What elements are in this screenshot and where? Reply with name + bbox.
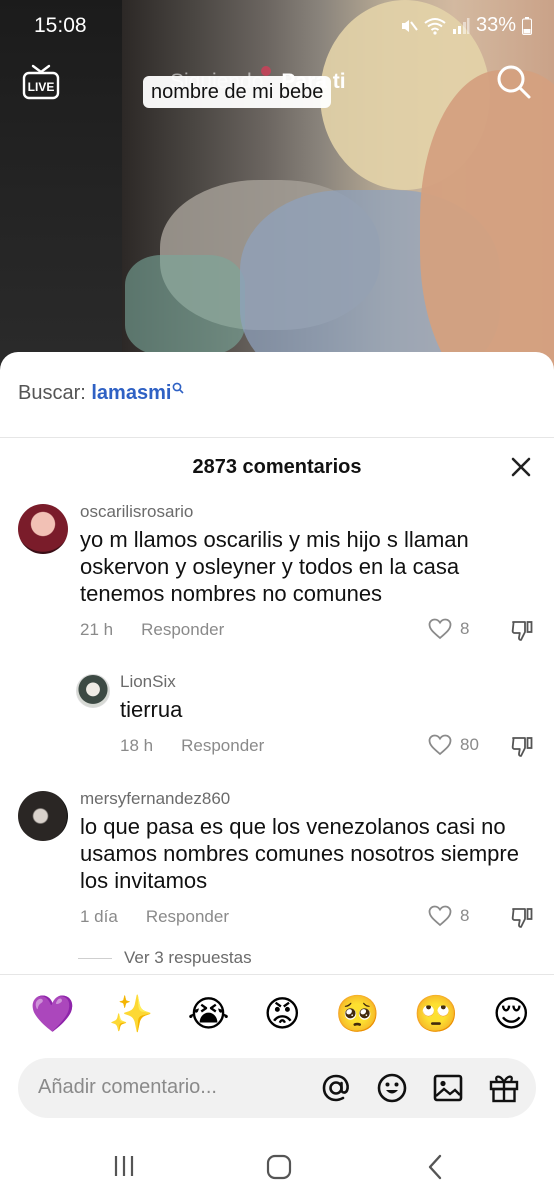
like-button[interactable]: 8 <box>428 618 469 640</box>
comments-count: 2873 comentarios <box>192 456 362 478</box>
comment-item: oscarilisrosario yo m llamos oscarilis y… <box>0 502 554 652</box>
gift-icon[interactable] <box>488 1072 520 1104</box>
comment-time: 1 día <box>80 907 118 926</box>
heart-icon <box>428 905 452 927</box>
dislike-icon[interactable] <box>510 905 534 929</box>
view-replies-label: Ver 3 respuestas <box>124 948 252 967</box>
search-prefix: Buscar: <box>18 382 86 404</box>
recent-apps-icon[interactable] <box>112 1154 136 1178</box>
small-search-icon <box>173 382 185 394</box>
notification-dot <box>261 66 272 76</box>
comment-meta: 21 h Responder <box>80 620 224 640</box>
like-count: 80 <box>460 735 479 754</box>
heart-icon <box>428 734 452 756</box>
divider-line <box>78 957 112 959</box>
video-dark-region <box>0 0 122 380</box>
like-button[interactable]: 8 <box>428 905 469 927</box>
live-icon[interactable]: LIVE <box>22 64 60 100</box>
dislike-icon[interactable] <box>510 618 534 642</box>
search-icon[interactable] <box>496 64 532 100</box>
emoji-angry[interactable]: 😡 <box>264 994 302 1034</box>
battery-icon <box>522 16 532 35</box>
reply-item: LionSix tierrua 18 h Responder 80 <box>0 672 554 762</box>
avatar[interactable] <box>18 504 68 554</box>
comment-username[interactable]: LionSix <box>120 672 176 692</box>
comment-composer[interactable]: Añadir comentario... <box>18 1058 536 1118</box>
comment-time: 21 h <box>80 620 114 639</box>
heart-icon <box>428 618 452 640</box>
system-navigation-bar <box>0 1140 554 1200</box>
video-caption-overlay: nombre de mi bebe <box>143 76 332 108</box>
live-label: LIVE <box>28 80 55 94</box>
comment-meta: 1 día Responder <box>80 907 229 927</box>
emoji-purple-heart[interactable]: 💜 <box>30 994 75 1034</box>
status-bar: 15:08 33% <box>0 0 554 52</box>
home-icon[interactable] <box>266 1154 292 1180</box>
battery-percent: 33% <box>475 14 516 36</box>
reply-button[interactable]: Responder <box>146 907 229 927</box>
emoji-crying[interactable]: 😭 <box>188 994 230 1034</box>
comments-sheet: Buscar: lamasmi 2873 comentarios oscaril… <box>0 352 554 1200</box>
mute-icon <box>401 19 418 32</box>
dislike-icon[interactable] <box>510 734 534 758</box>
comment-text: yo m llamos oscarilis y mis hijo s llama… <box>80 527 469 606</box>
comment-item: mersyfernandez860 lo que pasa es que los… <box>0 789 554 939</box>
emoji-relieved[interactable]: 😌 <box>492 994 530 1034</box>
divider <box>0 437 554 438</box>
wifi-icon <box>424 17 446 35</box>
close-icon[interactable] <box>510 456 532 478</box>
screen: 15:08 33% LIVE ti nombre de mi bebe Busc… <box>0 0 554 1200</box>
avatar[interactable] <box>76 674 110 708</box>
back-icon[interactable] <box>426 1154 444 1180</box>
comment-text: lo que pasa es que los venezolanos casi … <box>80 814 519 893</box>
search-query-link[interactable]: lamasmi <box>91 382 171 404</box>
emoji-quick-bar: 💜 ✨ 😭 😡 🥺 🙄 😌 <box>30 994 530 1034</box>
comment-username[interactable]: oscarilisrosario <box>80 502 193 522</box>
like-button[interactable]: 80 <box>428 734 479 756</box>
reply-button[interactable]: Responder <box>181 736 264 756</box>
emoji-picker-icon[interactable] <box>376 1072 408 1104</box>
comment-username[interactable]: mersyfernandez860 <box>80 789 230 809</box>
like-count: 8 <box>460 906 470 925</box>
emoji-sparkles[interactable]: ✨ <box>109 994 154 1034</box>
comment-time: 18 h <box>120 736 154 755</box>
video-player[interactable] <box>0 0 554 380</box>
avatar[interactable] <box>18 791 68 841</box>
like-count: 8 <box>460 619 470 638</box>
comment-text: tierrua <box>120 697 183 722</box>
composer-tools <box>320 1072 520 1104</box>
signal-icon <box>452 17 470 34</box>
view-replies-button[interactable]: Ver 3 respuestas <box>78 948 252 968</box>
divider <box>0 974 554 975</box>
mention-icon[interactable] <box>320 1072 352 1104</box>
comment-meta: 18 h Responder <box>120 736 264 756</box>
emoji-pleading[interactable]: 🥺 <box>335 994 380 1034</box>
search-suggestion[interactable]: Buscar: lamasmi <box>18 382 185 405</box>
status-time: 15:08 <box>34 14 87 37</box>
comment-input[interactable]: Añadir comentario... <box>38 1076 217 1099</box>
status-icons: 33% <box>400 14 532 37</box>
video-shape <box>125 255 245 355</box>
image-icon[interactable] <box>432 1072 464 1104</box>
reply-button[interactable]: Responder <box>141 620 224 640</box>
emoji-eye-roll[interactable]: 🙄 <box>414 994 459 1034</box>
